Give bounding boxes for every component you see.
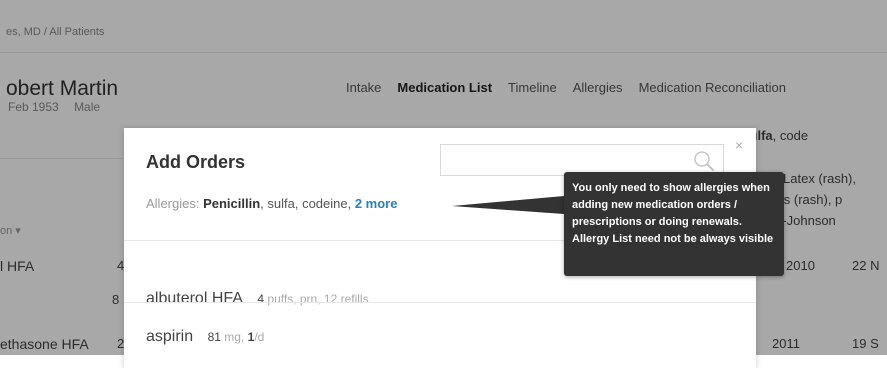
allergy-summary: Allergies: Penicillin, sulfa, codeine, 2… bbox=[146, 196, 397, 211]
order-name: aspirin bbox=[146, 328, 194, 345]
order-row-albuterol[interactable]: albuterol HFA 4 puffs, prn, 12 refills bbox=[146, 290, 369, 308]
allergy-label: Allergies: bbox=[146, 196, 204, 211]
modal-title: Add Orders bbox=[146, 152, 246, 172]
allergy-rest: , sulfa, codeine, bbox=[260, 196, 355, 211]
order-row-aspirin[interactable]: aspirin 81 mg, 1/d bbox=[146, 328, 264, 346]
modal-divider bbox=[124, 302, 756, 303]
order-detail: 81 mg, 1/d bbox=[207, 330, 265, 344]
annotation-tooltip: You only need to show allergies when add… bbox=[564, 172, 784, 276]
order-name: albuterol HFA bbox=[146, 290, 243, 307]
order-detail: 4 puffs, prn, 12 refills bbox=[257, 292, 369, 306]
more-allergies-link[interactable]: 2 more bbox=[355, 196, 398, 211]
allergy-primary: Penicillin bbox=[203, 196, 261, 211]
order-search-input[interactable] bbox=[441, 145, 697, 175]
close-icon[interactable]: × bbox=[735, 137, 743, 153]
